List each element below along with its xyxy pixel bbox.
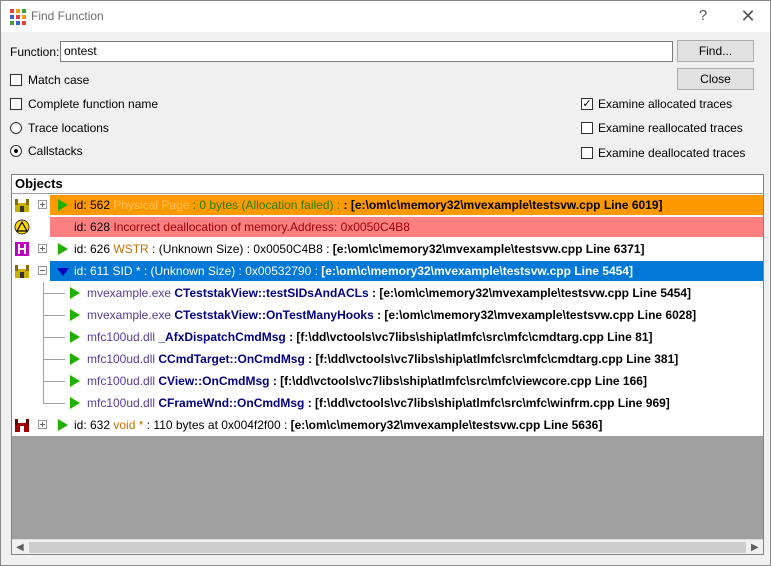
tree-row[interactable]: id: 632 void * : 110 bytes at 0x004f2f00… [12, 414, 763, 436]
play-icon [70, 397, 80, 409]
callstack-frame[interactable]: mfc100ud.dll CCmdTarget::OnCmdMsg : [f:\… [12, 348, 763, 370]
complete-name-label: Complete function name [28, 97, 159, 111]
row-text: id: 632 void * : 110 bytes at 0x004f2f00… [74, 418, 603, 432]
play-icon [58, 243, 68, 255]
callstack-frame[interactable]: mfc100ud.dll _AfxDispatchCmdMsg : [f:\dd… [12, 326, 763, 348]
play-icon [58, 199, 68, 211]
scroll-thumb[interactable] [29, 542, 746, 553]
collapse-toggle[interactable] [38, 266, 47, 275]
objects-tree[interactable]: Objects id: 562 Physical Page : 0 bytes … [11, 174, 764, 555]
objects-header: Objects [12, 175, 763, 193]
tree-row[interactable]: id: 626 WSTR : (Unknown Size) : 0x0050C4… [12, 238, 763, 260]
play-icon [70, 331, 80, 343]
close-window-button[interactable]: ✕ [736, 4, 760, 28]
row-text: id: 626 WSTR : (Unknown Size) : 0x0050C4… [74, 242, 645, 256]
function-label: Function: [10, 45, 60, 59]
callstack-frame[interactable]: mvexample.exe CTeststakView::OnTestManyH… [12, 304, 763, 326]
callstack-frame[interactable]: mfc100ud.dll CView::OnCmdMsg : [f:\dd\vc… [12, 370, 763, 392]
scroll-right-icon[interactable]: ▶ [751, 542, 759, 553]
heap-icon [15, 242, 29, 256]
tree-row[interactable]: id: 562 Physical Page : 0 bytes (Allocat… [12, 194, 763, 216]
radio-selected-dot [14, 149, 18, 153]
expand-toggle[interactable] [38, 420, 47, 429]
tree-line [43, 403, 65, 404]
tree-line [43, 337, 65, 338]
row-text: id: 562 Physical Page : 0 bytes (Allocat… [74, 198, 663, 212]
tree-line [43, 293, 65, 294]
row-text: mfc100ud.dll CFrameWnd::OnCmdMsg : [f:\d… [87, 396, 670, 410]
play-icon [58, 419, 68, 431]
factory-red-icon [15, 419, 29, 432]
tree-line [43, 315, 65, 316]
factory-icon [15, 265, 29, 278]
title-bar: Find Function ? ✕ [1, 1, 770, 32]
trace-locations-label: Trace locations [28, 121, 109, 135]
tree-row-selected[interactable]: id: 611 SID * : (Unknown Size) : 0x00532… [12, 260, 763, 282]
play-icon [70, 353, 80, 365]
row-text: mfc100ud.dll CView::OnCmdMsg : [f:\dd\vc… [87, 374, 647, 388]
expand-toggle[interactable] [38, 244, 47, 253]
find-button[interactable]: Find... [677, 40, 754, 62]
callstack-frame[interactable]: mfc100ud.dll CFrameWnd::OnCmdMsg : [f:\d… [12, 392, 763, 414]
play-icon [70, 375, 80, 387]
row-text: id: 628 Incorrect deallocation of memory… [74, 220, 410, 234]
examine-allocated-label: Examine allocated traces [598, 97, 733, 111]
expanded-arrow-icon [57, 268, 69, 276]
factory-icon [15, 199, 29, 212]
examine-allocated-checkbox[interactable]: ✓ [581, 98, 593, 110]
row-text: mvexample.exe CTeststakView::OnTestManyH… [87, 308, 697, 322]
examine-reallocated-label: Examine reallocated traces [598, 121, 743, 135]
callstack-frame[interactable]: mvexample.exe CTeststakView::testSIDsAnd… [12, 282, 763, 304]
expand-toggle[interactable] [38, 200, 47, 209]
row-text: mfc100ud.dll CCmdTarget::OnCmdMsg : [f:\… [87, 352, 679, 366]
warning-icon [14, 219, 30, 235]
row-text: id: 611 SID * : (Unknown Size) : 0x00532… [74, 264, 633, 278]
scroll-left-icon[interactable]: ◀ [16, 542, 24, 553]
callstacks-radio[interactable] [10, 145, 22, 157]
row-text: mvexample.exe CTeststakView::testSIDsAnd… [87, 286, 692, 300]
callstacks-label: Callstacks [28, 144, 83, 158]
trace-locations-radio[interactable] [10, 122, 22, 134]
find-function-dialog: Find Function ? ✕ Function: ontest Find.… [0, 0, 771, 566]
app-grid-icon [10, 9, 26, 25]
tree-row[interactable]: id: 628 Incorrect deallocation of memory… [12, 216, 763, 238]
match-case-label: Match case [28, 73, 90, 87]
match-case-checkbox[interactable] [10, 74, 22, 86]
tree-line [43, 359, 65, 360]
help-button[interactable]: ? [691, 4, 715, 28]
play-icon [70, 309, 80, 321]
row-text: mfc100ud.dll _AfxDispatchCmdMsg : [f:\dd… [87, 330, 653, 344]
close-button[interactable]: Close [677, 68, 754, 90]
examine-deallocated-checkbox[interactable] [581, 147, 593, 159]
play-icon [70, 287, 80, 299]
examine-reallocated-checkbox[interactable] [581, 122, 593, 134]
complete-name-checkbox[interactable] [10, 98, 22, 110]
function-input[interactable]: ontest [60, 41, 673, 62]
tree-line [43, 381, 65, 382]
examine-deallocated-label: Examine deallocated traces [598, 146, 746, 160]
horizontal-scrollbar[interactable]: ◀ ▶ [12, 539, 763, 554]
window-title: Find Function [31, 9, 104, 23]
